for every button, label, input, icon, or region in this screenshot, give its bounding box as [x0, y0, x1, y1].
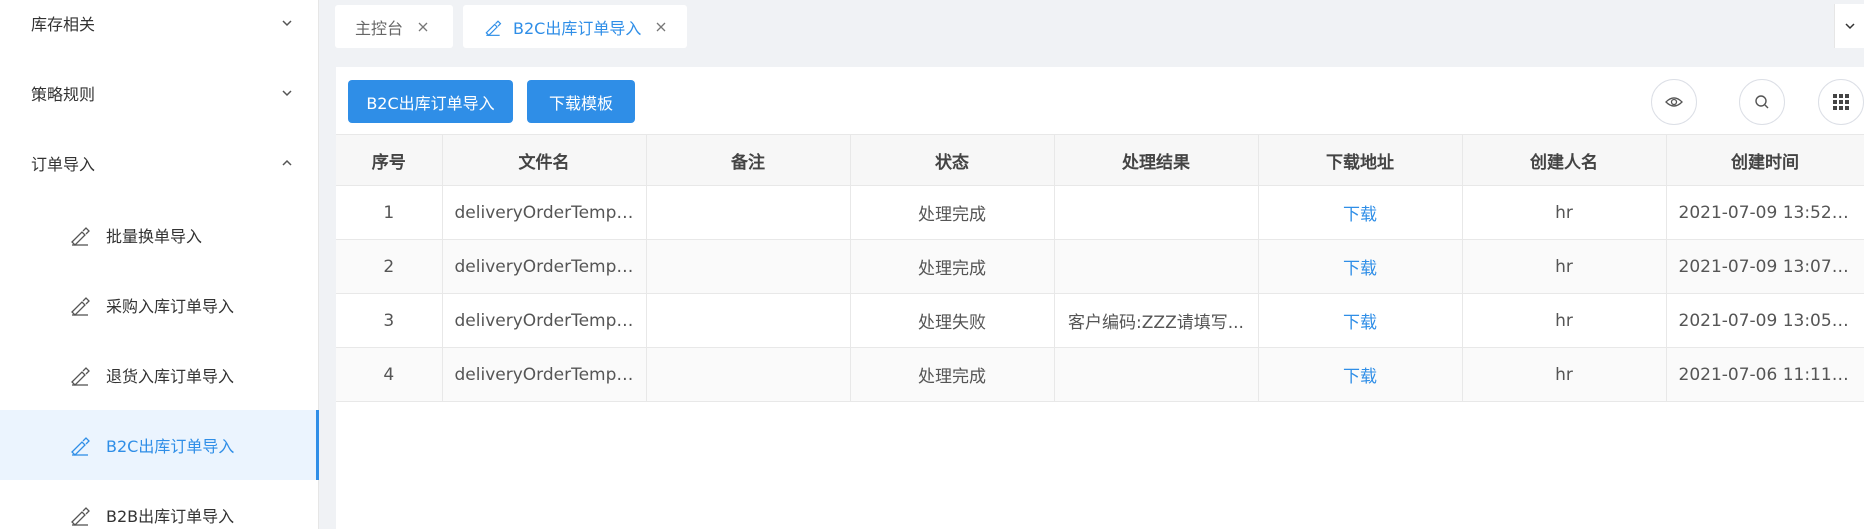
- import-edit-icon: [71, 297, 90, 316]
- cell-note: [646, 185, 851, 240]
- column-header-created-time[interactable]: 创建时间: [1666, 134, 1864, 186]
- sidebar-item-purchase-inbound-import[interactable]: 采购入库订单导入: [0, 270, 319, 340]
- column-header-note[interactable]: 备注: [646, 134, 851, 186]
- cell-note: [646, 347, 851, 402]
- sidebar-item-label: 采购入库订单导入: [106, 297, 235, 316]
- download-link[interactable]: 下载: [1258, 185, 1463, 240]
- cell-result: [1054, 185, 1259, 240]
- import-edit-icon: [71, 227, 90, 246]
- table-row[interactable]: 1 deliveryOrderTempla... 处理完成 下载 hr 2021…: [336, 185, 1864, 240]
- cell-status: 处理完成: [850, 185, 1055, 240]
- grid-icon: [1833, 94, 1849, 110]
- search-button[interactable]: [1739, 79, 1785, 125]
- cell-status: 处理完成: [850, 347, 1055, 402]
- column-header-status[interactable]: 状态: [850, 134, 1055, 186]
- sidebar-item-label: 批量换单导入: [106, 227, 203, 246]
- cell-result: [1054, 347, 1259, 402]
- cell-creator: hr: [1462, 239, 1667, 294]
- import-records-table: 序号 文件名 备注 状态 处理结果 下载地址 创建人名 创建时间 1 deliv…: [336, 134, 1864, 402]
- cell-created-time: 2021-07-09 13:05:26: [1666, 293, 1864, 348]
- column-header-download[interactable]: 下载地址: [1258, 134, 1463, 186]
- sidebar-item-label: B2B出库订单导入: [106, 507, 235, 526]
- column-header-creator[interactable]: 创建人名: [1462, 134, 1667, 186]
- cell-result: 客户编码:ZZZ请填写...: [1054, 293, 1259, 348]
- download-template-button[interactable]: 下载模板: [527, 80, 635, 123]
- close-icon[interactable]: [417, 21, 429, 33]
- search-icon: [1755, 95, 1769, 109]
- cell-created-time: 2021-07-06 11:11:24: [1666, 347, 1864, 402]
- menu-group-label: 库存相关: [31, 15, 96, 34]
- column-visibility-button[interactable]: [1651, 79, 1697, 125]
- cell-status: 处理失败: [850, 293, 1055, 348]
- cell-note: [646, 293, 851, 348]
- tab-dashboard[interactable]: 主控台: [335, 5, 453, 48]
- cell-creator: hr: [1462, 293, 1667, 348]
- import-edit-icon: [71, 367, 90, 386]
- sidebar-item-batch-swap-import[interactable]: 批量换单导入: [0, 200, 319, 270]
- menu-group-label: 订单导入: [31, 155, 96, 174]
- column-header-result[interactable]: 处理结果: [1054, 134, 1259, 186]
- sidebar: 库存相关 策略规则 订单导入 批量换单导入 采购入库订单导入 退货入库订单导入 …: [0, 0, 319, 529]
- column-header-filename[interactable]: 文件名: [442, 134, 647, 186]
- cell-filename: deliveryOrderTempla...: [442, 347, 647, 402]
- b2c-import-button[interactable]: B2C出库订单导入: [348, 80, 513, 123]
- sidebar-item-label: B2C出库订单导入: [106, 437, 235, 456]
- download-link[interactable]: 下载: [1258, 293, 1463, 348]
- tab-label: B2C出库订单导入: [513, 18, 642, 38]
- tab-bar: 主控台 B2C出库订单导入: [319, 0, 1864, 57]
- chevron-up-icon: [282, 159, 292, 166]
- cell-index: 2: [336, 239, 443, 294]
- import-edit-icon: [71, 507, 90, 526]
- menu-group-inventory[interactable]: 库存相关: [0, 0, 319, 48]
- menu-group-label: 策略规则: [31, 85, 96, 104]
- table-header-row: 序号 文件名 备注 状态 处理结果 下载地址 创建人名 创建时间: [336, 134, 1864, 186]
- table-row[interactable]: 4 deliveryOrderTempla... 处理完成 下载 hr 2021…: [336, 347, 1864, 402]
- table-row[interactable]: 2 deliveryOrderTempla... 处理完成 下载 hr 2021…: [336, 239, 1864, 294]
- grid-menu-button[interactable]: [1818, 79, 1864, 125]
- chevron-down-icon: [282, 90, 292, 97]
- cell-index: 1: [336, 185, 443, 240]
- chevron-down-icon: [1844, 23, 1855, 30]
- download-link[interactable]: 下载: [1258, 347, 1463, 402]
- sidebar-item-b2b-outbound-import[interactable]: B2B出库订单导入: [0, 480, 319, 529]
- import-edit-icon: [71, 437, 90, 456]
- menu-group-order-import[interactable]: 订单导入: [0, 138, 319, 188]
- cell-filename: deliveryOrderTempla...: [442, 239, 647, 294]
- cell-status: 处理完成: [850, 239, 1055, 294]
- sidebar-item-return-inbound-import[interactable]: 退货入库订单导入: [0, 340, 319, 410]
- sidebar-item-label: 退货入库订单导入: [106, 367, 235, 386]
- column-header-index[interactable]: 序号: [336, 134, 443, 186]
- sidebar-item-b2c-outbound-import[interactable]: B2C出库订单导入: [0, 410, 319, 480]
- table-row[interactable]: 3 deliveryOrderTempla... 处理失败 客户编码:ZZZ请填…: [336, 293, 1864, 348]
- download-link[interactable]: 下载: [1258, 239, 1463, 294]
- close-icon[interactable]: [655, 21, 667, 33]
- cell-created-time: 2021-07-09 13:07:03: [1666, 239, 1864, 294]
- cell-creator: hr: [1462, 347, 1667, 402]
- cell-note: [646, 239, 851, 294]
- tab-b2c-outbound-import[interactable]: B2C出库订单导入: [463, 5, 687, 48]
- tab-label: 主控台: [355, 18, 404, 38]
- eye-icon: [1665, 97, 1683, 107]
- import-edit-icon: [485, 19, 502, 36]
- tab-more-button[interactable]: [1834, 4, 1864, 48]
- cell-creator: hr: [1462, 185, 1667, 240]
- cell-created-time: 2021-07-09 13:52:51: [1666, 185, 1864, 240]
- cell-result: [1054, 239, 1259, 294]
- chevron-down-icon: [282, 20, 292, 27]
- cell-filename: deliveryOrderTempla...: [442, 293, 647, 348]
- cell-filename: deliveryOrderTempla...: [442, 185, 647, 240]
- content-panel: B2C出库订单导入 下载模板 序号 文件名 备注 状态 处理结果 下载地址 创建…: [336, 67, 1864, 529]
- cell-index: 4: [336, 347, 443, 402]
- menu-group-strategy[interactable]: 策略规则: [0, 68, 319, 118]
- cell-index: 3: [336, 293, 443, 348]
